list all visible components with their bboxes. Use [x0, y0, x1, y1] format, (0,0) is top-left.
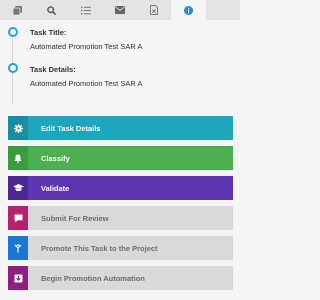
search-icon	[47, 5, 56, 15]
submit-for-review-button[interactable]: Submit For Review	[8, 206, 233, 230]
promote-task-button[interactable]: Promote This Task to the Project	[8, 236, 233, 260]
validate-button[interactable]: Validate	[8, 176, 233, 200]
timeline-dot-details	[8, 63, 18, 73]
tab-mail[interactable]	[103, 0, 137, 20]
mail-icon	[114, 6, 125, 14]
download-box-icon	[8, 266, 28, 290]
classify-label: Classify	[41, 153, 70, 163]
documents-icon	[12, 5, 22, 15]
tab-bar	[0, 0, 240, 20]
list-icon	[80, 6, 91, 14]
submit-for-review-label: Submit For Review	[41, 213, 109, 223]
edit-task-details-label: Edit Task Details	[41, 123, 101, 133]
bell-icon	[8, 146, 28, 170]
tab-search[interactable]	[34, 0, 68, 20]
merge-icon	[8, 236, 28, 260]
tab-file-x[interactable]	[137, 0, 171, 20]
timeline-dot-title	[8, 27, 18, 37]
edit-task-details-button[interactable]: Edit Task Details	[8, 116, 233, 140]
task-details-label: Task Details:	[30, 65, 76, 74]
promote-task-label: Promote This Task to the Project	[41, 243, 158, 253]
classify-button[interactable]: Classify	[8, 146, 233, 170]
begin-promotion-automation-button[interactable]: Begin Promotion Automation	[8, 266, 233, 290]
validate-label: Validate	[41, 183, 70, 193]
task-title-value: Automated Promotion Test SAR A	[30, 42, 143, 51]
tab-list[interactable]	[69, 0, 103, 20]
graduation-cap-icon	[8, 176, 28, 200]
info-icon	[183, 5, 193, 15]
begin-promotion-automation-label: Begin Promotion Automation	[41, 273, 145, 283]
tab-documents[interactable]	[0, 0, 34, 20]
task-details-value: Automated Promotion Test SAR A	[30, 79, 143, 88]
file-x-icon	[150, 5, 159, 15]
tab-info[interactable]	[171, 0, 206, 20]
gear-icon	[8, 116, 28, 140]
task-title-label: Task Title:	[30, 28, 67, 37]
comment-icon	[8, 206, 28, 230]
